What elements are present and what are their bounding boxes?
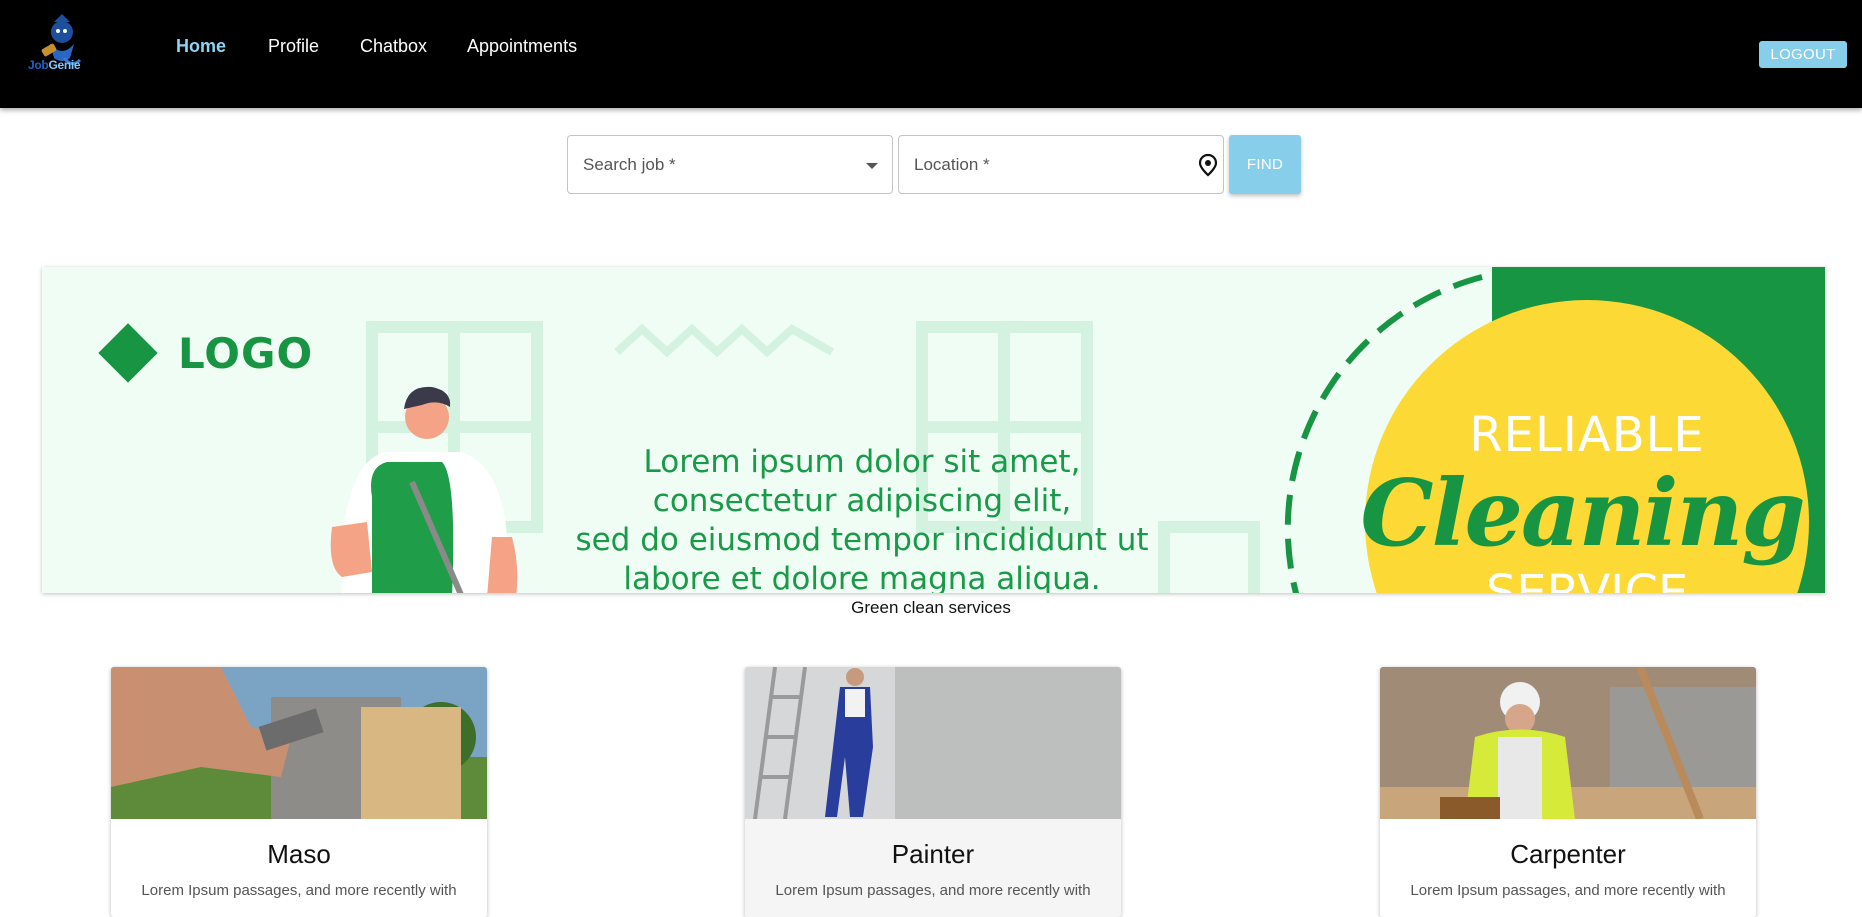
nav-appointments[interactable]: Appointments (467, 36, 577, 57)
brand-name-part1: Job (28, 58, 49, 72)
card-description: Lorem Ipsum passages, and more recently … (1410, 882, 1726, 899)
location-placeholder: Location * (914, 155, 990, 174)
banner-line-3: sed do eiusmod tempor incididunt ut (575, 522, 1149, 558)
location-input[interactable]: Location * (898, 135, 1224, 194)
brand-name-part2: Genie (48, 58, 81, 72)
banner-lorem-text: Lorem ipsum dolor sit amet, consectetur … (562, 443, 1162, 593)
mason-photo (111, 667, 487, 819)
logout-button[interactable]: LOGOUT (1759, 41, 1847, 68)
promo-banner[interactable]: LOGO Lorem ipsum dolor sit amet, consect… (42, 267, 1825, 593)
brand-name: JobGenie (28, 58, 81, 72)
search-job-select[interactable]: Search job * (567, 135, 893, 194)
service-card-carpenter[interactable]: Carpenter Lorem Ipsum passages, and more… (1380, 667, 1756, 917)
card-title: Painter (891, 839, 975, 869)
nav-profile[interactable]: Profile (268, 36, 319, 57)
card-description: Lorem Ipsum passages, and more recently … (141, 882, 457, 899)
badge-service: SERVICE (1485, 565, 1689, 593)
carpenter-photo (1380, 667, 1756, 819)
card-title: Maso (267, 839, 331, 869)
card-title: Carpenter (1510, 839, 1626, 869)
search-job-placeholder: Search job * (583, 155, 676, 174)
nav-chatbox[interactable]: Chatbox (360, 36, 427, 57)
location-pin-icon[interactable] (1197, 153, 1219, 177)
service-card-painter[interactable]: Painter Lorem Ipsum passages, and more r… (745, 667, 1121, 917)
badge-reliable: RELIABLE (1469, 407, 1705, 463)
banner-line-1: Lorem ipsum dolor sit amet, (643, 444, 1081, 480)
banner-line-2: consectetur adipiscing elit, (652, 483, 1072, 519)
card-description: Lorem Ipsum passages, and more recently … (775, 882, 1091, 899)
caret-down-icon[interactable] (866, 163, 878, 169)
banner-line-4: labore et dolore magna aliqua. (623, 561, 1101, 593)
badge-cleaning: Cleaning (1360, 459, 1805, 567)
nav-home[interactable]: Home (176, 36, 226, 57)
top-navbar: JobGenie Home Profile Chatbox Appointmen… (0, 0, 1862, 108)
find-button[interactable]: FIND (1229, 135, 1301, 194)
painter-photo (745, 667, 1121, 819)
banner-caption: Green clean services (851, 598, 1011, 617)
service-card-maso[interactable]: Maso Lorem Ipsum passages, and more rece… (111, 667, 487, 917)
banner-logo-text: LOGO (178, 329, 314, 378)
